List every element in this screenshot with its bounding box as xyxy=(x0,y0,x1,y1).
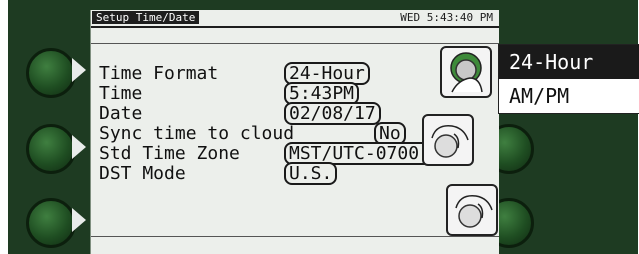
left-softkey-2-arrow-icon xyxy=(72,135,86,159)
setting-label-time-zone: Std Time Zone xyxy=(99,143,240,164)
setting-label-dst-mode: DST Mode xyxy=(99,163,186,184)
status-bar: Setup Time/Date WED 5:43:40 PM xyxy=(91,10,499,28)
time-format-popup: 24-Hour AM/PM xyxy=(498,44,639,114)
setting-value-dst-mode[interactable]: U.S. xyxy=(284,162,338,185)
divider xyxy=(91,43,499,44)
page-title: Setup Time/Date xyxy=(92,11,200,24)
left-softkey-3[interactable] xyxy=(26,198,76,248)
press-hand-icon[interactable] xyxy=(446,184,498,236)
press-hand-icon[interactable] xyxy=(422,114,474,166)
left-softkey-2[interactable] xyxy=(26,124,76,174)
left-softkey-1[interactable] xyxy=(26,48,76,98)
setting-value-date[interactable]: 02/08/17 xyxy=(284,102,381,125)
setting-label-time: Time xyxy=(99,83,143,104)
left-softkey-3-arrow-icon xyxy=(72,208,86,232)
clock-readout: WED 5:43:40 PM xyxy=(400,11,493,24)
popup-option-24-hour[interactable]: 24-Hour xyxy=(499,45,639,79)
left-softkey-1-arrow-icon xyxy=(72,58,86,82)
setting-label-time-format: Time Format xyxy=(99,63,219,84)
popup-option-am-pm[interactable]: AM/PM xyxy=(499,79,639,113)
setting-label-sync-cloud: Sync time to cloud xyxy=(99,123,295,144)
divider xyxy=(91,236,499,237)
rotary-knob-icon[interactable] xyxy=(440,46,492,98)
setting-label-date: Date xyxy=(99,103,143,124)
